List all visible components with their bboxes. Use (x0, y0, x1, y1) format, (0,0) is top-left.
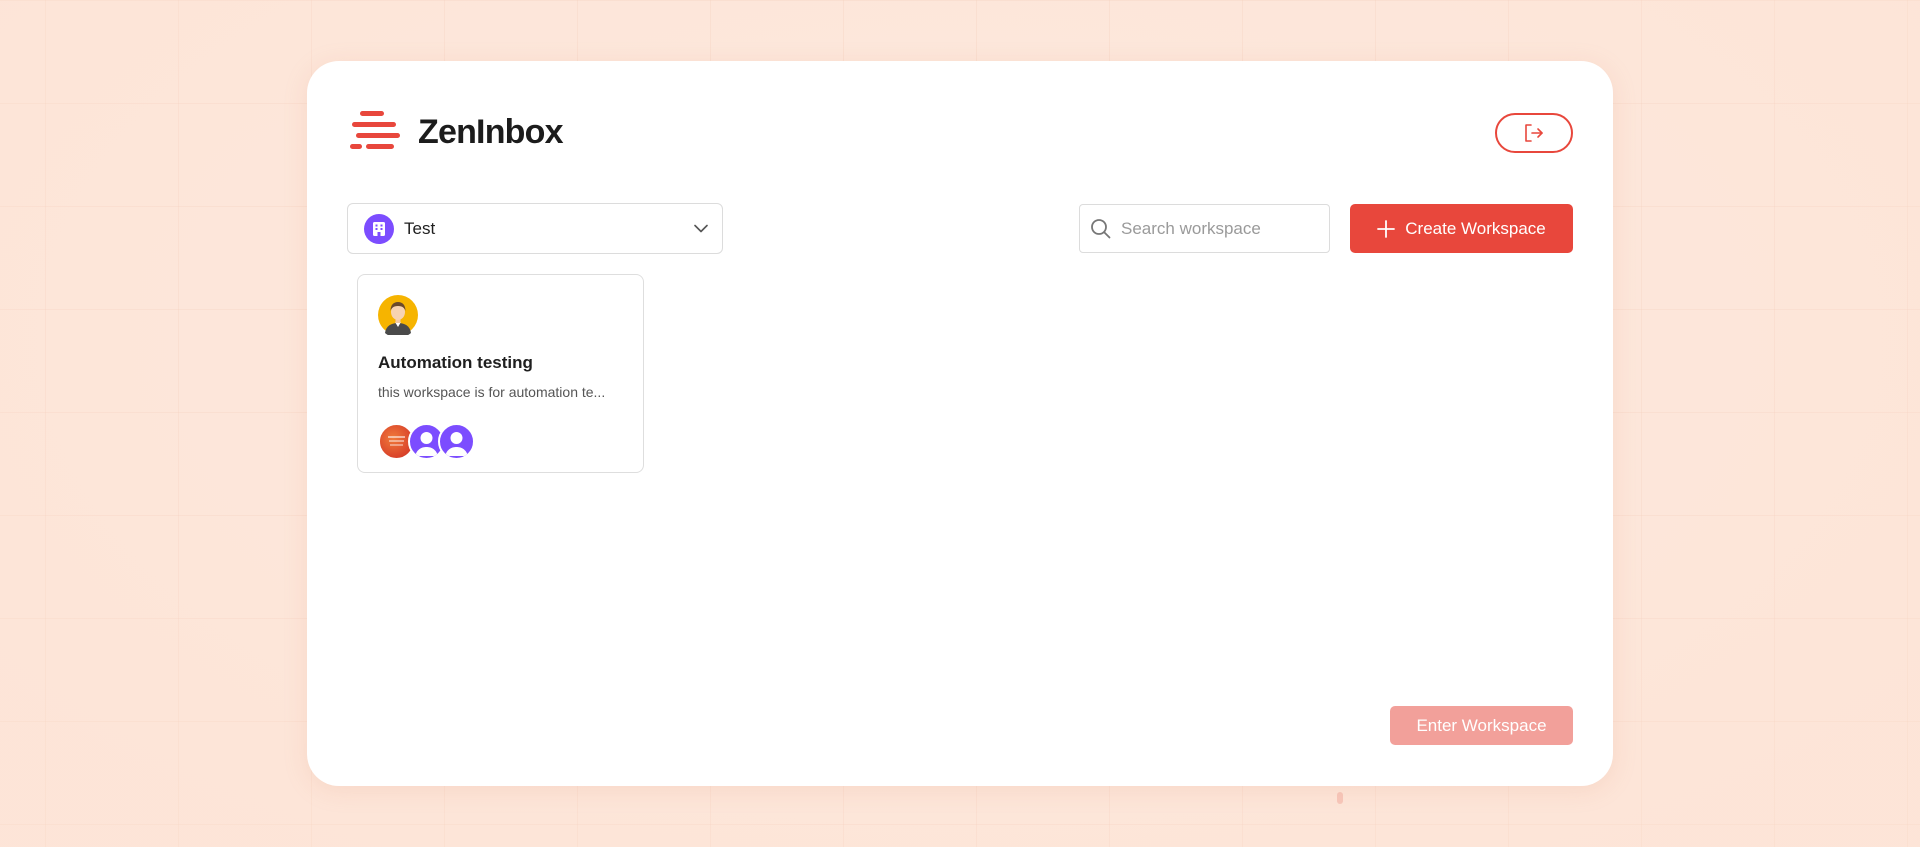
logout-button[interactable] (1495, 113, 1573, 153)
chevron-down-icon (694, 224, 708, 233)
search-icon (1091, 219, 1111, 239)
create-workspace-label: Create Workspace (1405, 218, 1546, 238)
background-marker (1337, 792, 1343, 804)
search-box (1079, 204, 1330, 253)
zeninbox-logo-icon (350, 111, 400, 149)
workspace-members (378, 423, 488, 461)
workspace-panel: ZenInbox Test Search workspace Create Wo… (307, 61, 1613, 786)
plus-icon (1377, 219, 1396, 238)
workspace-group-dropdown[interactable]: Test (347, 203, 723, 254)
workspace-description: this workspace is for automation te... (378, 384, 606, 400)
logout-icon (1525, 124, 1543, 142)
workspace-title: Automation testing (378, 353, 533, 372)
member-avatar (438, 423, 475, 460)
brand-name: ZenInbox (418, 112, 564, 151)
building-icon (364, 213, 394, 244)
create-workspace-button[interactable]: Create Workspace (1350, 204, 1573, 253)
workspace-group-selected: Test (404, 218, 436, 238)
enter-workspace-button[interactable]: Enter Workspace (1390, 706, 1573, 745)
search-input[interactable] (1121, 218, 1311, 239)
workspace-avatar (378, 295, 418, 335)
brand-logo: ZenInbox (350, 109, 564, 155)
workspace-card[interactable]: Automation testing this workspace is for… (357, 274, 644, 473)
